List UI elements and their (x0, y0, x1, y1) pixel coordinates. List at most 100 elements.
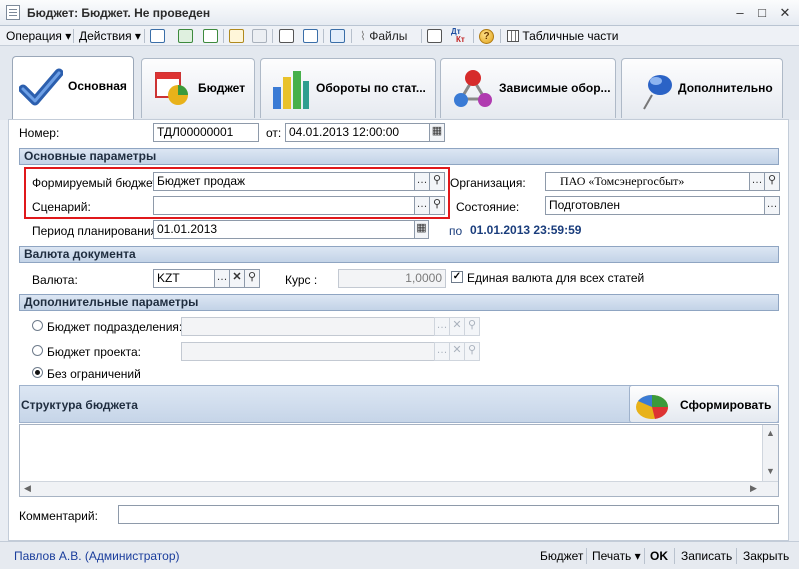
highlight-frame (24, 167, 450, 219)
footer-separator (644, 548, 645, 564)
pie-chart-icon (636, 394, 669, 419)
state-select-button[interactable]: … (764, 196, 780, 215)
close-window-button[interactable]: ✕ (775, 4, 795, 21)
single-currency-checkbox[interactable]: ✓ (451, 271, 463, 283)
project-budget-field[interactable] (181, 342, 435, 361)
table-icon (507, 30, 519, 42)
actions-menu[interactable]: Действия ▾ (76, 27, 144, 45)
ok-button[interactable]: OK (650, 549, 668, 563)
close-button[interactable]: Закрыть (743, 549, 789, 563)
print-menu[interactable]: Печать ▾ (592, 549, 641, 563)
date-from-label: от: (266, 126, 282, 140)
state-field[interactable]: Подготовлен (545, 196, 765, 215)
clear-icon[interactable]: ✕ (229, 269, 245, 288)
no-limit-radio[interactable] (32, 367, 43, 378)
period-field[interactable]: 01.01.2013 (153, 220, 415, 239)
tabular-parts-button[interactable]: Табличные части (504, 27, 621, 45)
structure-icon[interactable] (303, 29, 318, 43)
title-bar: Бюджет: Бюджет. Не проведен – □ ✕ (0, 0, 799, 26)
checkmark-icon (19, 68, 63, 106)
clear-icon[interactable]: ✕ (449, 342, 465, 361)
vertical-scrollbar[interactable]: ▲ ▼ (762, 425, 778, 481)
minimize-button[interactable]: – (730, 4, 750, 21)
help-button[interactable]: ? (479, 29, 494, 44)
organization-select-button[interactable]: … (749, 172, 765, 191)
budget-button[interactable]: Бюджет (540, 549, 583, 563)
tab-additional[interactable]: Дополнительно (621, 58, 783, 118)
search-icon[interactable]: ⚲ (244, 269, 260, 288)
project-budget-select-button[interactable]: … (434, 342, 450, 361)
horizontal-scrollbar[interactable]: ◀ ▶ (20, 481, 778, 496)
paperclip-icon: ⌇ (360, 29, 366, 43)
toolbar-separator (73, 29, 74, 43)
find-icon[interactable] (330, 29, 345, 43)
tab-dependent-label: Зависимые обор... (499, 81, 611, 95)
calendar-icon[interactable]: ▦ (414, 220, 429, 239)
currency-select-button[interactable]: … (214, 269, 230, 288)
dept-budget-select-button[interactable]: … (434, 317, 450, 336)
tab-turnover-label: Обороты по стат... (316, 81, 426, 95)
single-currency-label: Единая валюта для всех статей (467, 271, 645, 285)
currency-field[interactable]: KZT (153, 269, 215, 288)
project-budget-radio[interactable] (32, 345, 43, 356)
scroll-up-icon[interactable]: ▲ (763, 425, 778, 441)
organization-field[interactable]: ПАО «Томсэнергосбыт» (545, 172, 750, 191)
generate-button-label: Сформировать (680, 398, 772, 412)
footer-separator (674, 548, 675, 564)
post-and-close-icon[interactable] (150, 29, 165, 43)
state-label: Состояние: (456, 200, 520, 214)
tab-main[interactable]: Основная (12, 56, 134, 120)
period-end-value: 01.01.2013 23:59:59 (470, 223, 582, 237)
tab-dependent[interactable]: Зависимые обор... (440, 58, 616, 118)
files-button[interactable]: ⌇ Файлы (357, 27, 410, 45)
date-field[interactable]: 04.01.2013 12:00:00 (285, 123, 430, 142)
number-field[interactable]: ТДЛ00000001 (153, 123, 259, 142)
budget-chart-icon (155, 72, 188, 105)
toolbar-separator (272, 29, 273, 43)
toolbar-separator (473, 29, 474, 43)
bar-chart-icon (273, 71, 309, 109)
search-icon[interactable]: ⚲ (764, 172, 780, 191)
unpost-icon[interactable] (252, 29, 267, 43)
rate-label: Курс : (285, 273, 318, 287)
rate-field[interactable]: 1,0000 (338, 269, 446, 288)
toolbar-separator (421, 29, 422, 43)
tab-main-label: Основная (68, 79, 127, 93)
clear-icon[interactable]: ✕ (449, 317, 465, 336)
status-bar: Павлов А.В. (Администратор) Бюджет Печат… (0, 541, 799, 569)
report-icon[interactable] (427, 29, 442, 43)
window-title: Бюджет: Бюджет. Не проведен (27, 6, 211, 20)
save-button[interactable]: Записать (681, 549, 732, 563)
current-user-link[interactable]: Павлов А.В. (Администратор) (14, 549, 180, 563)
molecule-icon (454, 70, 492, 107)
footer-separator (736, 548, 737, 564)
dept-budget-field[interactable] (181, 317, 435, 336)
tab-budget-label: Бюджет (198, 81, 246, 95)
tab-strip: Основная Бюджет Обороты по стат... Завис… (0, 46, 799, 120)
section-additional-parameters: Дополнительные параметры (19, 294, 779, 311)
calendar-icon[interactable]: ▦ (429, 123, 445, 142)
organization-label: Организация: (450, 176, 526, 190)
period-label: Период планирования: (32, 224, 161, 238)
scroll-down-icon[interactable]: ▼ (763, 463, 778, 479)
comment-field[interactable] (118, 505, 779, 524)
tab-turnover[interactable]: Обороты по стат... (260, 58, 436, 118)
search-icon[interactable]: ⚲ (464, 317, 480, 336)
post-icon[interactable] (229, 29, 244, 43)
tab-budget[interactable]: Бюджет (141, 58, 255, 118)
toolbar-separator (223, 29, 224, 43)
operation-menu[interactable]: Операция ▾ (3, 27, 74, 45)
scroll-right-icon[interactable]: ▶ (750, 483, 757, 494)
search-icon[interactable]: ⚲ (464, 342, 480, 361)
footer-separator (586, 548, 587, 564)
comment-label: Комментарий: (19, 509, 98, 523)
dept-budget-radio[interactable] (32, 320, 43, 331)
list-icon[interactable] (279, 29, 294, 43)
copy-icon[interactable] (203, 29, 218, 43)
scroll-left-icon[interactable]: ◀ (24, 483, 31, 494)
maximize-button[interactable]: □ (752, 4, 772, 21)
generate-button[interactable]: Сформировать (629, 385, 779, 423)
dt-kt-button[interactable]: Дт Кт (451, 28, 469, 45)
refresh-icon[interactable] (178, 29, 193, 43)
dept-budget-label: Бюджет подразделения: (47, 320, 183, 334)
